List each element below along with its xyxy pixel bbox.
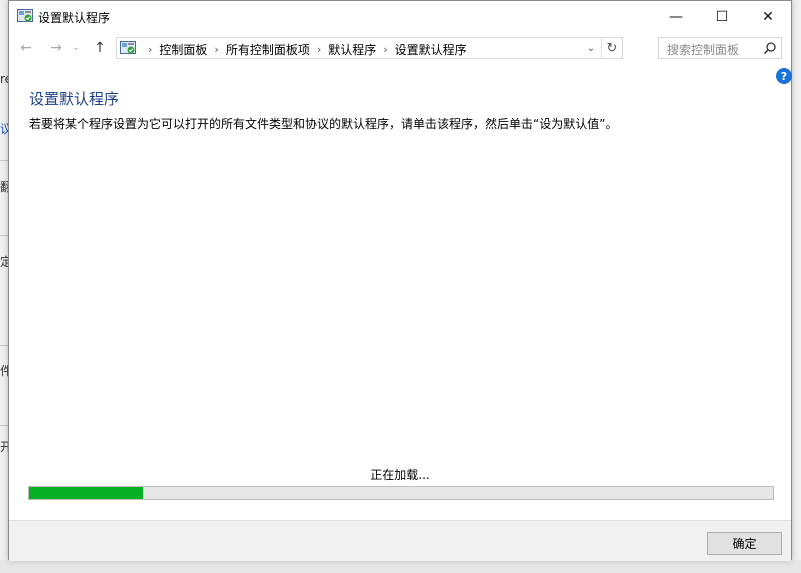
minimize-button[interactable]: — — [653, 1, 699, 32]
background-window-bottom — [0, 560, 801, 573]
search-icon[interactable] — [763, 41, 777, 55]
control-panel-icon — [120, 41, 136, 54]
loading-progress-fill — [29, 487, 143, 499]
help-icon[interactable]: ? — [776, 68, 792, 84]
dialog-footer: 确定 — [9, 520, 791, 561]
breadcrumb-control-panel[interactable]: 控制面板 — [159, 41, 207, 58]
recent-locations-chevron-icon[interactable]: ⌄ — [69, 38, 83, 58]
breadcrumb-separator-icon[interactable]: › — [317, 43, 321, 56]
page-description: 若要将某个程序设置为它可以打开的所有文件类型和协议的默认程序，请单击该程序，然后… — [29, 117, 618, 131]
refresh-icon[interactable]: ↻ — [601, 38, 622, 58]
breadcrumb-separator-icon[interactable]: › — [148, 43, 152, 56]
search-placeholder: 搜索控制面板 — [667, 43, 740, 57]
window-title: 设置默认程序 — [38, 11, 111, 25]
breadcrumb-default-programs[interactable]: 默认程序 — [328, 41, 376, 58]
search-control-panel-input[interactable]: 搜索控制面板 — [658, 37, 782, 59]
forward-arrow-icon[interactable]: → — [45, 38, 67, 58]
control-panel-icon — [17, 9, 33, 22]
breadcrumb-set-default-programs[interactable]: 设置默认程序 — [395, 41, 467, 58]
breadcrumb-separator-icon[interactable]: › — [383, 43, 387, 56]
back-arrow-icon[interactable]: ← — [15, 38, 37, 58]
breadcrumb-all-control-panel-items[interactable]: 所有控制面板项 — [226, 41, 310, 58]
breadcrumb: › 控制面板 › 所有控制面板项 › 默认程序 › 设置默认程序 — [141, 41, 467, 58]
navigation-bar: ← → ⌄ ↑ › 控制面板 › 所有控制面板项 › 默认程序 › 设置默认程序 — [9, 32, 791, 64]
set-default-programs-window: 设置默认程序 — ☐ ✕ ← → ⌄ ↑ › 控制面板 › 所有控制面板项 › … — [8, 0, 792, 561]
maximize-button[interactable]: ☐ — [699, 1, 745, 32]
loading-status-text: 正在加载... — [370, 468, 430, 482]
loading-progress-bar — [28, 486, 774, 500]
title-bar[interactable]: 设置默认程序 — ☐ ✕ — [9, 1, 791, 32]
ok-button[interactable]: 确定 — [707, 532, 782, 555]
close-button[interactable]: ✕ — [745, 1, 791, 32]
up-arrow-icon[interactable]: ↑ — [89, 38, 111, 58]
breadcrumb-separator-icon[interactable]: › — [214, 43, 218, 56]
address-bar[interactable]: › 控制面板 › 所有控制面板项 › 默认程序 › 设置默认程序 ⌄ ↻ — [116, 37, 623, 59]
page-title: 设置默认程序 — [29, 90, 120, 108]
address-dropdown-chevron-icon[interactable]: ⌄ — [582, 38, 600, 58]
